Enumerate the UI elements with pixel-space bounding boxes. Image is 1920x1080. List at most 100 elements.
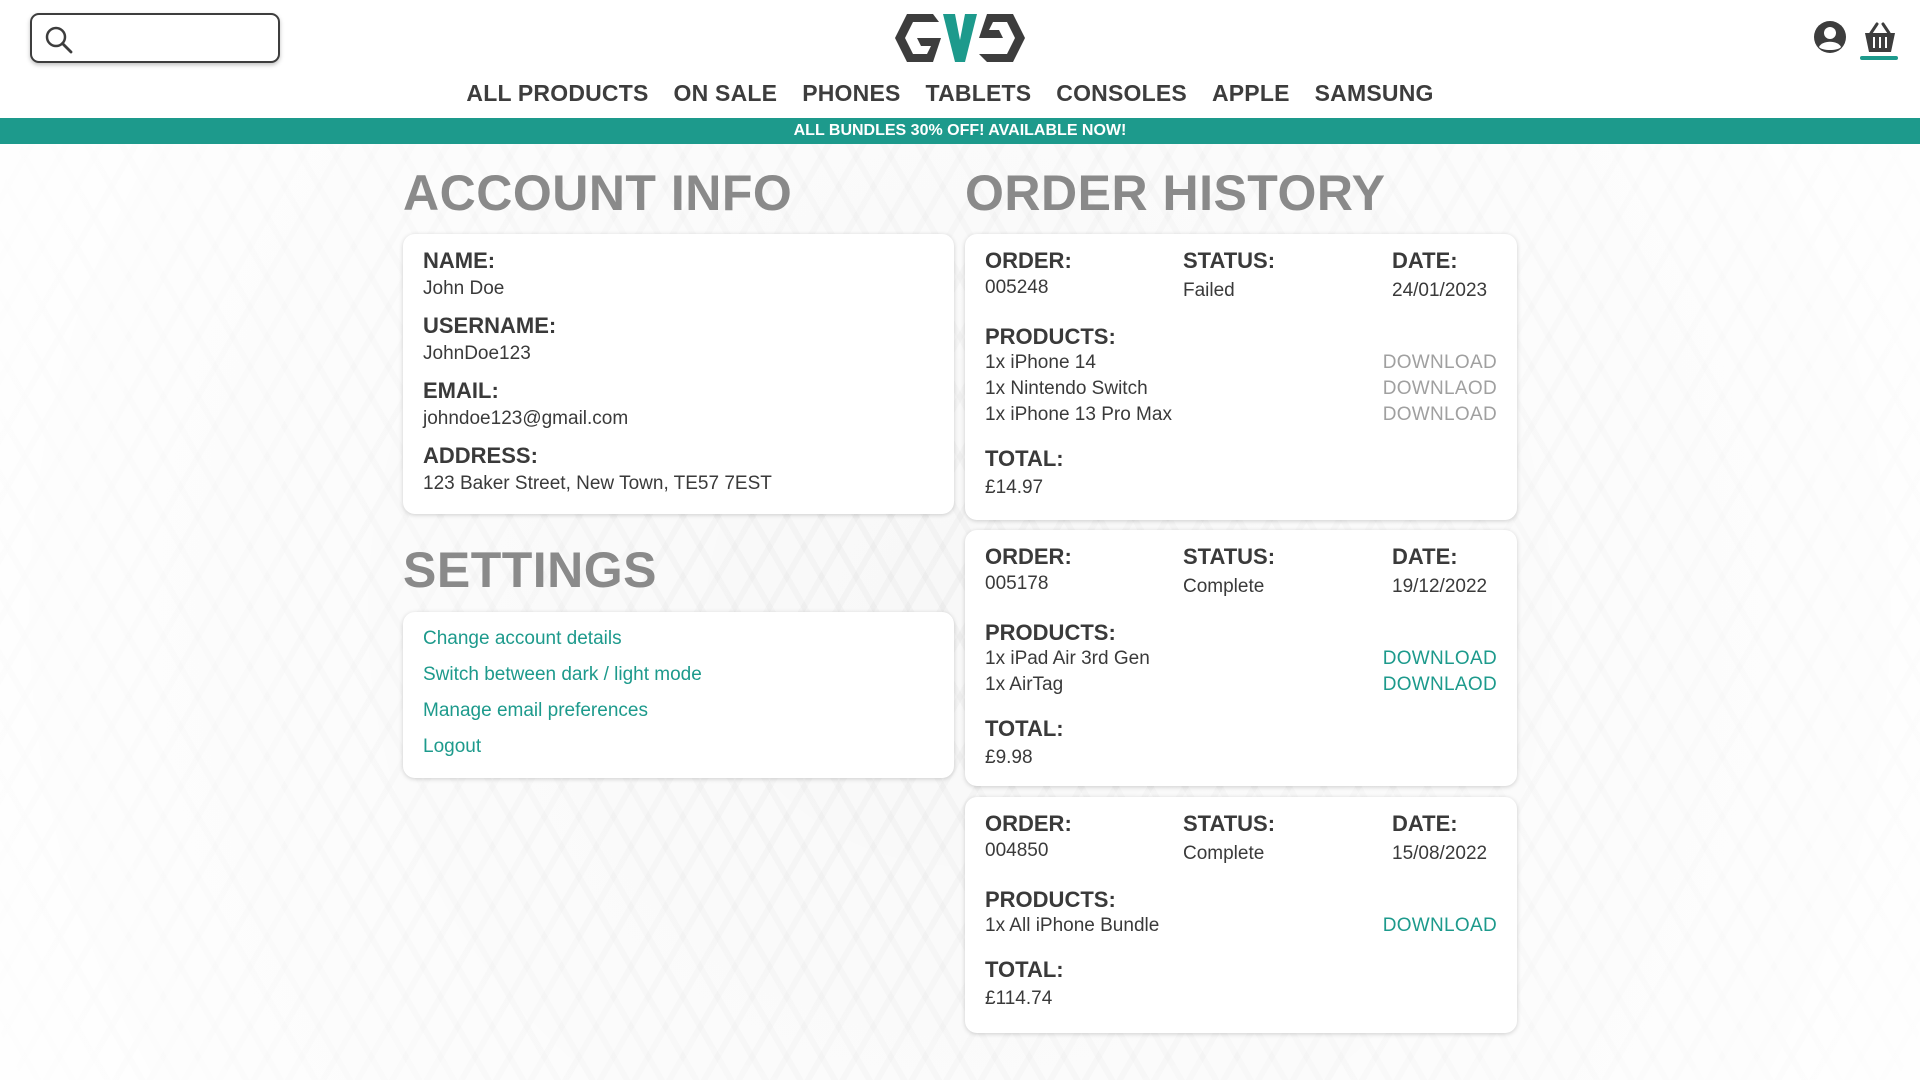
products-label: PRODUCTS:	[985, 620, 1116, 645]
download-button[interactable]: DOWNLAOD	[1383, 378, 1497, 400]
order-status: STATUS: Complete	[1183, 811, 1275, 865]
field-label: NAME:	[423, 248, 496, 273]
nav-apple[interactable]: APPLE	[1212, 80, 1290, 110]
page-background	[0, 144, 1920, 1080]
field-label: TOTAL:	[985, 716, 1064, 741]
settings-card: Change account details Switch between da…	[403, 612, 954, 778]
field-label: ORDER:	[985, 544, 1072, 569]
field-value: £114.74	[985, 988, 1053, 1009]
field-value: 24/01/2023	[1392, 280, 1488, 301]
field-value: Complete	[1183, 576, 1265, 597]
nav-tablets[interactable]: TABLETS	[926, 80, 1032, 110]
order-total: TOTAL: £9.98	[985, 716, 1497, 769]
field-value: Complete	[1183, 843, 1265, 864]
order-number: ORDER: 005178	[985, 544, 1072, 595]
field-value: 15/08/2022	[1392, 843, 1488, 864]
product-row: 1x AirTag DOWNLAOD	[985, 672, 1497, 698]
product-name: 1x iPad Air 3rd Gen	[985, 648, 1150, 669]
product-name: 1x All iPhone Bundle	[985, 915, 1160, 936]
field-value: John Doe	[423, 278, 505, 299]
account-icon[interactable]	[1813, 20, 1847, 54]
field-label: STATUS:	[1183, 248, 1276, 273]
field-value: 005178	[985, 573, 1049, 594]
order-header: ORDER: 005178 STATUS: Complete DATE: 19/…	[985, 544, 1497, 610]
field-value: Failed	[1183, 280, 1235, 301]
change-account-details-link[interactable]: Change account details	[423, 628, 934, 650]
order-status: STATUS: Failed	[1183, 248, 1275, 302]
order-header: ORDER: 005248 STATUS: Failed DATE: 24/01…	[985, 248, 1497, 314]
product-name: 1x iPhone 13 Pro Max	[985, 404, 1172, 425]
field-label: TOTAL:	[985, 446, 1064, 471]
order-date: DATE: 19/12/2022	[1392, 544, 1487, 598]
order-card: ORDER: 005178 STATUS: Complete DATE: 19/…	[965, 530, 1517, 786]
download-button[interactable]: DOWNLOAD	[1383, 352, 1497, 374]
download-button[interactable]: DOWNLAOD	[1383, 674, 1497, 696]
logout-link[interactable]: Logout	[423, 736, 934, 758]
order-total: TOTAL: £14.97	[985, 446, 1497, 499]
name-field: NAME: John Doe	[423, 248, 934, 300]
order-card: ORDER: 005248 STATUS: Failed DATE: 24/01…	[965, 234, 1517, 520]
nav-phones[interactable]: PHONES	[802, 80, 900, 110]
products-label: PRODUCTS:	[985, 887, 1116, 912]
promo-banner[interactable]: ALL BUNDLES 30% OFF! AVAILABLE NOW!	[0, 118, 1920, 144]
nav-all-products[interactable]: ALL PRODUCTS	[466, 80, 648, 110]
field-label: STATUS:	[1183, 544, 1276, 569]
search-icon[interactable]	[44, 25, 74, 55]
download-button[interactable]: DOWNLOAD	[1383, 648, 1497, 670]
site-header: ALL PRODUCTS ON SALE PHONES TABLETS CONS…	[0, 0, 1920, 118]
basket-active-indicator	[1860, 56, 1898, 60]
field-value: 19/12/2022	[1392, 576, 1488, 597]
field-label: ORDER:	[985, 248, 1072, 273]
field-label: ADDRESS:	[423, 443, 538, 468]
field-value: 123 Baker Street, New Town, TE57 7EST	[423, 473, 772, 494]
download-button[interactable]: DOWNLOAD	[1383, 404, 1497, 426]
address-field: ADDRESS: 123 Baker Street, New Town, TE5…	[423, 443, 934, 495]
account-info-card: NAME: John Doe USERNAME: JohnDoe123 EMAI…	[403, 234, 954, 514]
product-row: 1x Nintendo Switch DOWNLAOD	[985, 376, 1497, 402]
nav-consoles[interactable]: CONSOLES	[1056, 80, 1187, 110]
field-label: STATUS:	[1183, 811, 1276, 836]
order-status: STATUS: Complete	[1183, 544, 1275, 598]
field-label: EMAIL:	[423, 378, 499, 403]
order-card: ORDER: 004850 STATUS: Complete DATE: 15/…	[965, 797, 1517, 1033]
nav-on-sale[interactable]: ON SALE	[674, 80, 778, 110]
settings-title: SETTINGS	[403, 542, 658, 598]
order-date: DATE: 24/01/2023	[1392, 248, 1487, 302]
field-label: DATE:	[1392, 544, 1458, 569]
field-label: DATE:	[1392, 248, 1458, 273]
username-field: USERNAME: JohnDoe123	[423, 313, 934, 365]
field-label: ORDER:	[985, 811, 1072, 836]
main-nav: ALL PRODUCTS ON SALE PHONES TABLETS CONS…	[0, 80, 1920, 110]
product-row: 1x iPad Air 3rd Gen DOWNLOAD	[985, 646, 1497, 672]
order-number: ORDER: 005248	[985, 248, 1072, 299]
field-label: DATE:	[1392, 811, 1458, 836]
field-label: TOTAL:	[985, 957, 1064, 982]
order-number: ORDER: 004850	[985, 811, 1072, 862]
field-value: JohnDoe123	[423, 343, 531, 364]
field-value: £9.98	[985, 747, 1033, 768]
products-label: PRODUCTS:	[985, 324, 1116, 349]
toggle-theme-link[interactable]: Switch between dark / light mode	[423, 664, 934, 686]
account-info-title: ACCOUNT INFO	[403, 165, 793, 221]
field-value: 004850	[985, 840, 1049, 861]
site-logo[interactable]	[893, 10, 1027, 66]
basket-icon[interactable]	[1862, 22, 1898, 54]
field-label: USERNAME:	[423, 313, 557, 338]
product-row: 1x iPhone 13 Pro Max DOWNLOAD	[985, 402, 1497, 428]
product-row: 1x All iPhone Bundle DOWNLOAD	[985, 913, 1497, 939]
field-value: 005248	[985, 277, 1049, 298]
search-bar[interactable]	[30, 13, 280, 63]
email-preferences-link[interactable]: Manage email preferences	[423, 700, 934, 722]
order-date: DATE: 15/08/2022	[1392, 811, 1487, 865]
field-value: £14.97	[985, 477, 1044, 498]
search-input[interactable]	[82, 23, 267, 55]
download-button[interactable]: DOWNLOAD	[1383, 915, 1497, 937]
order-header: ORDER: 004850 STATUS: Complete DATE: 15/…	[985, 811, 1497, 877]
product-name: 1x iPhone 14	[985, 352, 1096, 373]
product-row: 1x iPhone 14 DOWNLOAD	[985, 350, 1497, 376]
order-total: TOTAL: £114.74	[985, 957, 1497, 1010]
product-name: 1x AirTag	[985, 674, 1064, 695]
product-name: 1x Nintendo Switch	[985, 378, 1148, 399]
nav-samsung[interactable]: SAMSUNG	[1315, 80, 1434, 110]
field-value: johndoe123@gmail.com	[423, 408, 629, 429]
